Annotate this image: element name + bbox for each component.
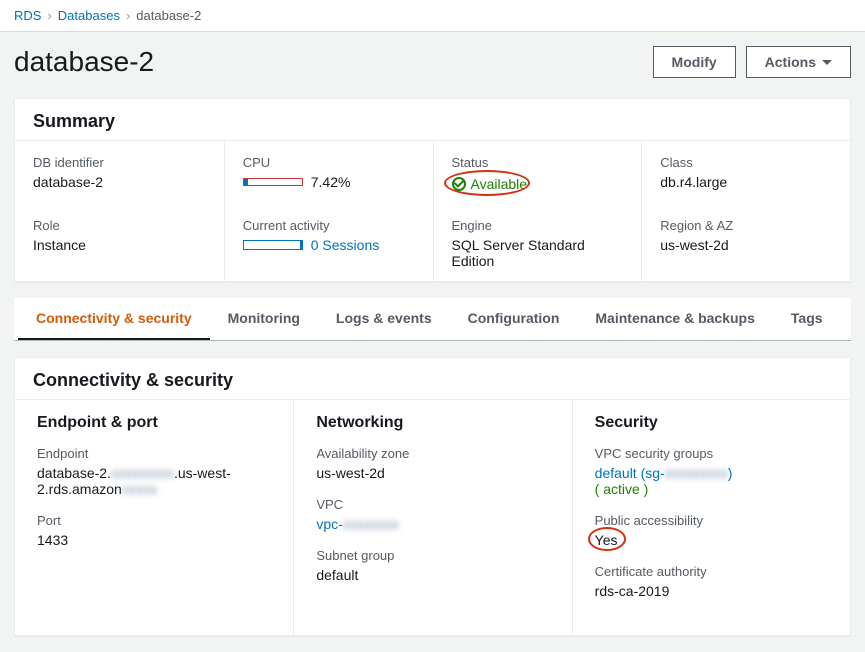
status-text: Available (471, 176, 528, 192)
label: Endpoint (37, 446, 271, 461)
label: CPU (243, 155, 415, 170)
summary-region: Region & AZ us-west-2d (641, 204, 850, 281)
summary-activity: Current activity 0 Sessions (224, 204, 433, 281)
section-heading: Security (595, 414, 828, 432)
public-accessibility-value: Yes (595, 532, 618, 548)
tab-configuration[interactable]: Configuration (450, 298, 578, 340)
summary-class: Class db.r4.large (641, 141, 850, 204)
value: db.r4.large (660, 174, 832, 190)
label: Status (452, 155, 624, 170)
connectivity-heading: Connectivity & security (33, 370, 832, 391)
section-heading: Networking (316, 414, 549, 432)
summary-db-identifier: DB identifier database-2 (15, 141, 224, 204)
status-badge: Available (452, 176, 528, 192)
vpc-link[interactable]: vpc-xxxxxxxx (316, 516, 549, 532)
value: rds-ca-2019 (595, 583, 828, 599)
label: DB identifier (33, 155, 206, 170)
section-heading: Endpoint & port (37, 414, 271, 432)
label: Region & AZ (660, 218, 832, 233)
sessions-link[interactable]: 0 Sessions (311, 237, 379, 253)
check-circle-icon (452, 177, 466, 191)
summary-status: Status Available (433, 141, 642, 204)
breadcrumb-bar: RDS › Databases › database-2 (0, 0, 865, 32)
breadcrumb-current: database-2 (136, 8, 201, 23)
label: Availability zone (316, 446, 549, 461)
value: Instance (33, 237, 206, 253)
actions-label: Actions (765, 54, 816, 70)
value: 1433 (37, 532, 271, 548)
chevron-down-icon (822, 60, 832, 65)
chevron-right-icon: › (47, 8, 51, 23)
sg-status: ( active ) (595, 481, 828, 497)
label: Subnet group (316, 548, 549, 563)
page-title: database-2 (14, 46, 154, 78)
value: us-west-2d (316, 465, 549, 481)
tab-connectivity[interactable]: Connectivity & security (18, 298, 210, 340)
summary-panel: Summary DB identifier database-2 CPU 7.4… (14, 98, 851, 282)
label: Port (37, 513, 271, 528)
label: Certificate authority (595, 564, 828, 579)
summary-cpu: CPU 7.42% (224, 141, 433, 204)
security-section: Security VPC security groups default (sg… (572, 400, 850, 635)
label: Engine (452, 218, 624, 233)
breadcrumb: RDS › Databases › database-2 (14, 8, 851, 23)
label: Class (660, 155, 832, 170)
tab-tags[interactable]: Tags (773, 298, 841, 340)
header-actions: Modify Actions (653, 46, 851, 78)
value: SQL Server Standard Edition (452, 237, 624, 269)
tab-monitoring[interactable]: Monitoring (210, 298, 318, 340)
endpoint-port-section: Endpoint & port Endpoint database-2.xxxx… (15, 400, 293, 635)
summary-engine: Engine SQL Server Standard Edition (433, 204, 642, 281)
tabs: Connectivity & security Monitoring Logs … (14, 298, 851, 341)
endpoint-value: database-2.xxxxxxxxx.us-west-2.rds.amazo… (37, 465, 271, 497)
page-header: database-2 Modify Actions (0, 32, 865, 92)
label: Role (33, 218, 206, 233)
label: Current activity (243, 218, 415, 233)
breadcrumb-databases[interactable]: Databases (58, 8, 120, 23)
sessions-meter (243, 240, 303, 250)
value: database-2 (33, 174, 206, 190)
actions-dropdown-button[interactable]: Actions (746, 46, 851, 78)
modify-button[interactable]: Modify (653, 46, 736, 78)
security-group-link[interactable]: default (sg-xxxxxxxxx) (595, 465, 828, 481)
cpu-meter (243, 178, 303, 186)
label: VPC (316, 497, 549, 512)
connectivity-panel: Connectivity & security Endpoint & port … (14, 357, 851, 636)
tab-logs[interactable]: Logs & events (318, 298, 450, 340)
networking-section: Networking Availability zone us-west-2d … (293, 400, 571, 635)
summary-heading: Summary (33, 111, 832, 132)
breadcrumb-rds[interactable]: RDS (14, 8, 41, 23)
chevron-right-icon: › (126, 8, 130, 23)
value: us-west-2d (660, 237, 832, 253)
label: VPC security groups (595, 446, 828, 461)
tab-maintenance[interactable]: Maintenance & backups (577, 298, 773, 340)
label: Public accessibility (595, 513, 828, 528)
value: default (316, 567, 549, 583)
summary-role: Role Instance (15, 204, 224, 281)
value: 7.42% (311, 174, 351, 190)
